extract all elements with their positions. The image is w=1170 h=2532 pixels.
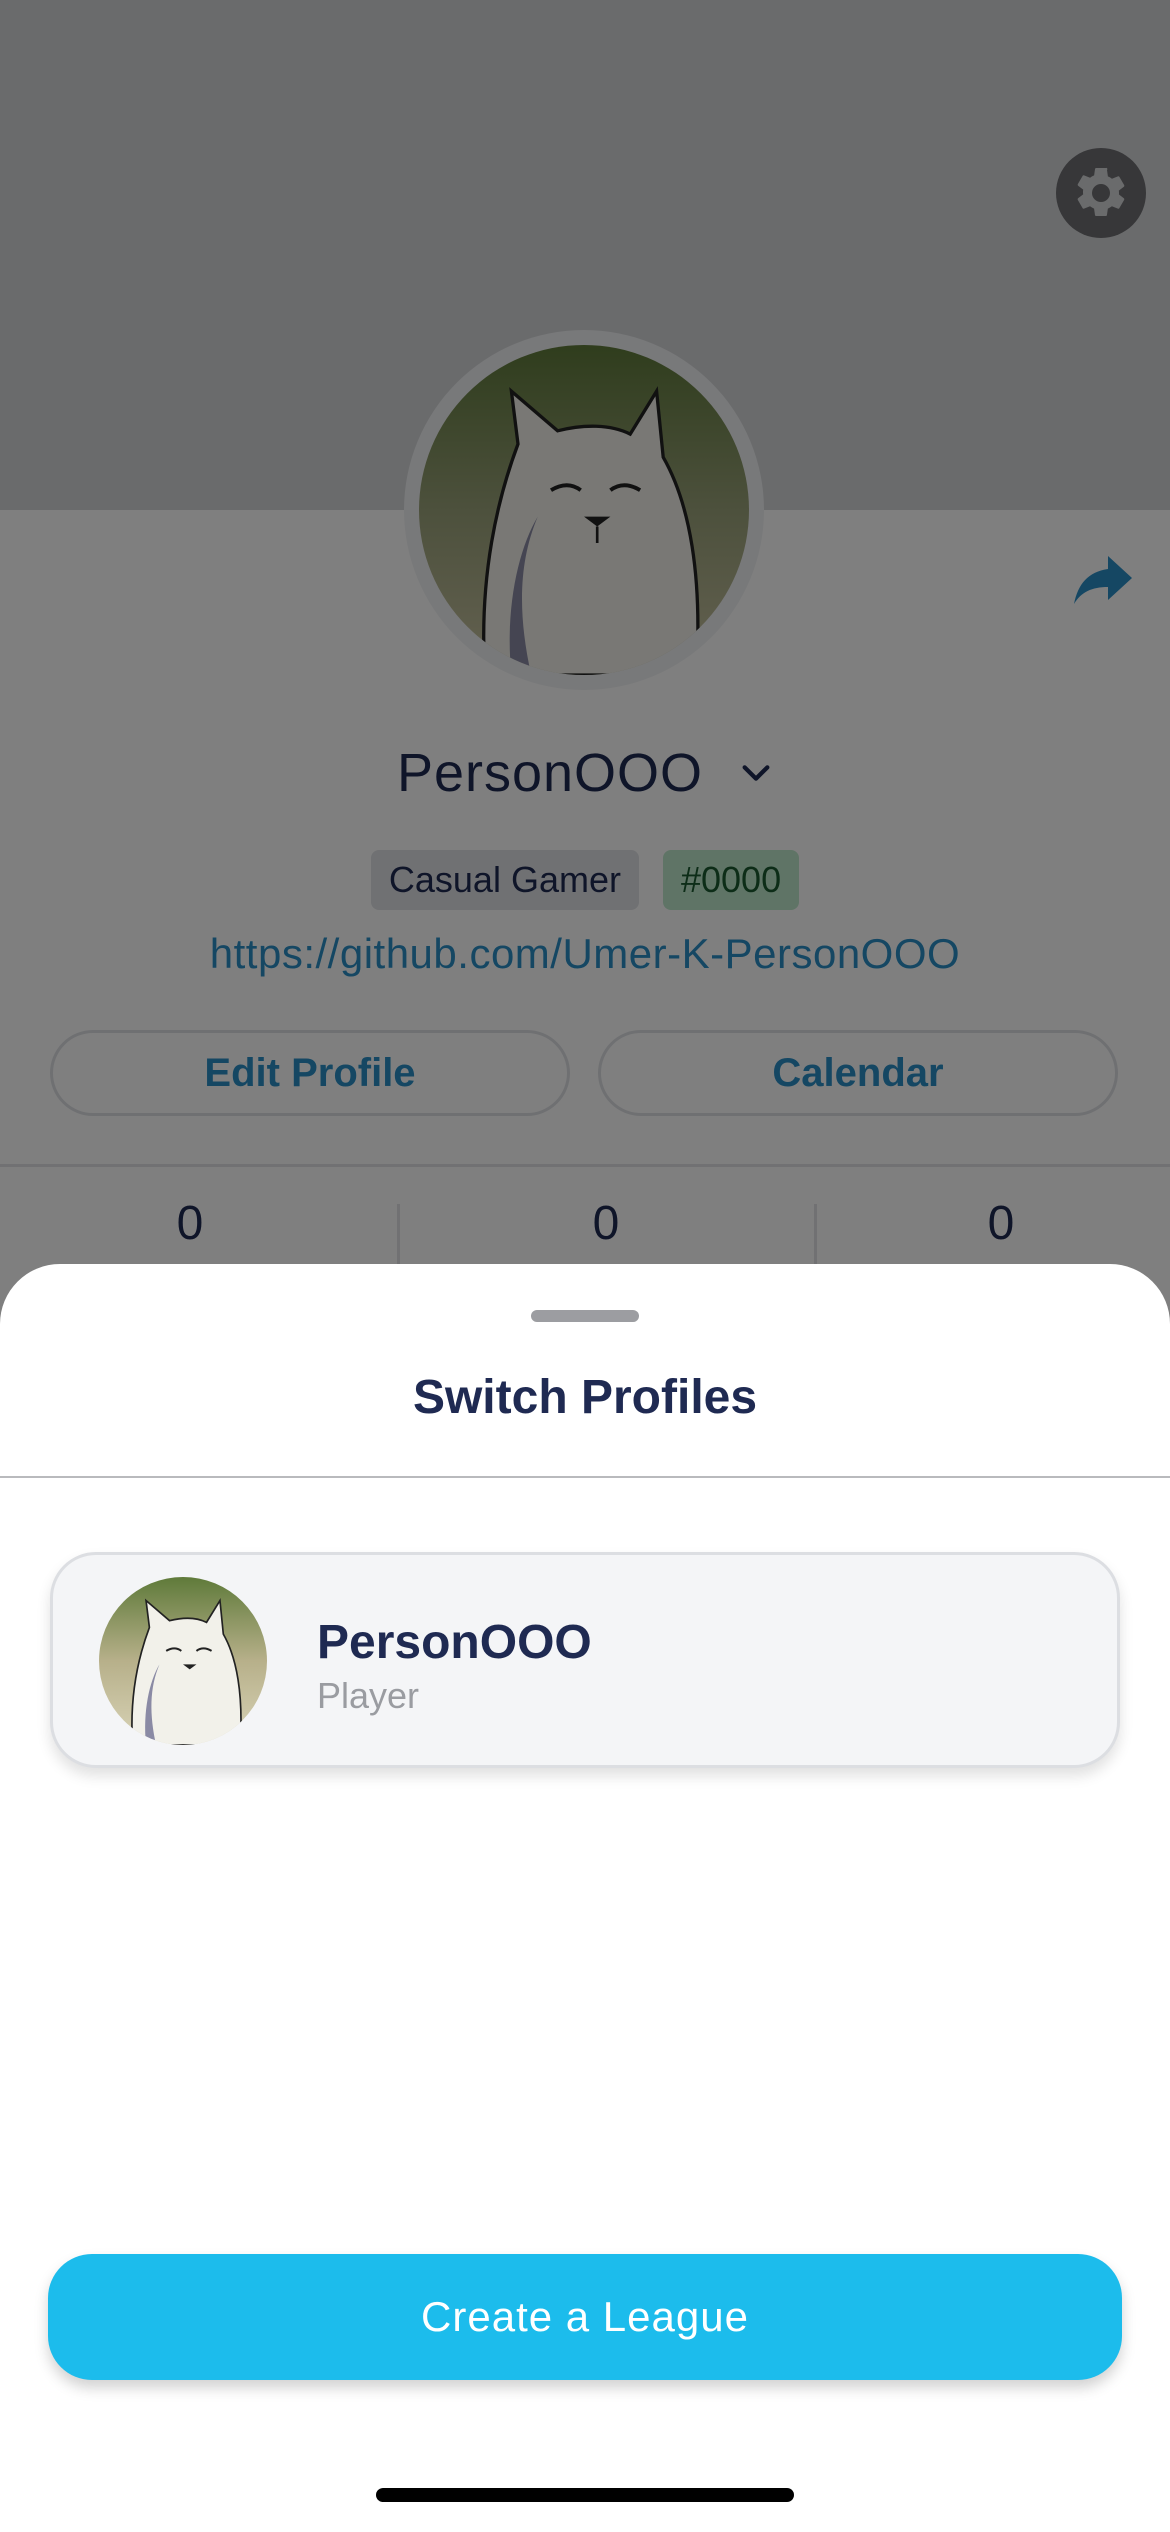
profile-option-name: PersonOOO: [317, 1616, 592, 1669]
sheet-title: Switch Profiles: [412, 1371, 758, 1424]
profile-option-card[interactable]: PersonOOO Player: [50, 1552, 1120, 1768]
create-league-button[interactable]: Create a League: [48, 2254, 1122, 2380]
home-indicator[interactable]: [376, 2488, 794, 2502]
sheet-grabber-handle[interactable]: [531, 1310, 639, 1322]
switch-profiles-sheet: Switch Profiles PersonOOO Player Create …: [0, 1264, 1170, 2532]
profile-option-role: Player: [317, 1675, 420, 1716]
sheet-divider: [0, 1476, 1170, 1478]
cat-avatar-image: [99, 1577, 267, 1745]
